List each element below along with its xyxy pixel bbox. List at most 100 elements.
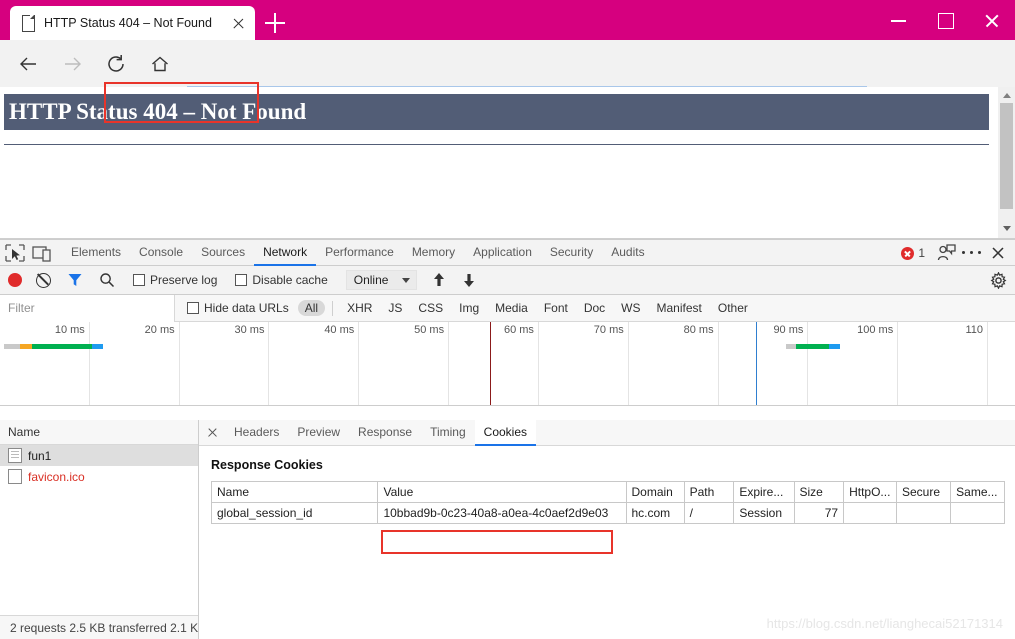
devtools-tab-sources[interactable]: Sources <box>192 240 254 266</box>
type-filter-xhr[interactable]: XHR <box>340 300 379 316</box>
type-filter-all[interactable]: All <box>297 300 326 316</box>
request-detail-pane: Headers Preview Response Timing Cookies … <box>199 419 1015 639</box>
network-overview-timeline[interactable]: 10 ms 20 ms 30 ms 40 ms 50 ms 60 ms 70 ms 80 ms… <box>0 322 1015 406</box>
col-httponly[interactable]: HttpO... <box>843 481 897 503</box>
col-name[interactable]: Name <box>210 481 379 503</box>
back-icon[interactable] <box>12 48 44 80</box>
record-button[interactable] <box>8 273 22 287</box>
inspect-element-icon[interactable] <box>0 240 28 266</box>
scrollbar-thumb[interactable] <box>1000 103 1013 209</box>
col-size[interactable]: Size <box>793 481 845 503</box>
detail-tab-timing[interactable]: Timing <box>421 420 475 446</box>
detail-tab-preview[interactable]: Preview <box>288 420 349 446</box>
page-scrollbar[interactable] <box>998 87 1015 238</box>
detail-tab-cookies[interactable]: Cookies <box>474 419 537 446</box>
timeline-request-bar <box>785 344 840 349</box>
feedback-icon[interactable] <box>933 240 959 266</box>
type-filter-ws[interactable]: WS <box>614 300 647 316</box>
window-minimize-button[interactable] <box>877 0 923 40</box>
devtools-tab-console[interactable]: Console <box>130 240 192 266</box>
request-list-pane: Name fun1 favicon.ico 2 requests 2.5 KB … <box>0 420 199 639</box>
type-filter-divider <box>332 300 334 316</box>
detail-tab-response[interactable]: Response <box>349 420 421 446</box>
browser-tab[interactable]: HTTP Status 404 – Not Found <box>10 6 255 40</box>
scroll-down-icon[interactable] <box>998 220 1015 236</box>
new-tab-button[interactable] <box>262 10 288 36</box>
type-filter-doc[interactable]: Doc <box>577 300 612 316</box>
detail-tab-headers[interactable]: Headers <box>225 420 288 446</box>
type-filter-img[interactable]: Img <box>452 300 486 316</box>
col-value[interactable]: Value <box>377 481 627 503</box>
response-cookies-title: Response Cookies <box>211 458 323 472</box>
export-har-icon[interactable] <box>461 271 477 289</box>
devtools-more-icon[interactable] <box>959 240 985 266</box>
banner-divider <box>4 144 989 145</box>
chevron-down-icon <box>402 277 411 283</box>
devtools-tab-application[interactable]: Application <box>464 240 541 266</box>
timeline-bar-segment <box>785 344 796 349</box>
col-path[interactable]: Path <box>683 481 735 503</box>
search-icon[interactable] <box>99 272 115 288</box>
cookie-size: 77 <box>793 502 845 524</box>
devtools-tab-audits[interactable]: Audits <box>602 240 653 266</box>
request-column-header[interactable]: Name <box>0 420 198 445</box>
devtools-tab-memory[interactable]: Memory <box>403 240 464 266</box>
col-domain[interactable]: Domain <box>625 481 685 503</box>
devtools-tab-bar: Elements Console Sources Network Perform… <box>0 240 1015 266</box>
request-row-favicon[interactable]: favicon.ico <box>0 466 198 487</box>
gear-icon[interactable] <box>990 271 1007 290</box>
col-expires[interactable]: Expire... <box>733 481 795 503</box>
request-name: favicon.ico <box>28 469 85 484</box>
devtools-tab-security[interactable]: Security <box>541 240 602 266</box>
window-maximize-button[interactable] <box>923 0 969 40</box>
type-filter-manifest[interactable]: Manifest <box>650 300 709 316</box>
scroll-up-icon[interactable] <box>998 87 1015 103</box>
window-close-button[interactable] <box>969 0 1015 40</box>
import-har-icon[interactable] <box>431 271 447 289</box>
col-samesite[interactable]: Same... <box>950 481 1005 503</box>
devtools-close-icon[interactable] <box>985 240 1011 266</box>
timeline-bar-segment <box>4 344 20 349</box>
devtools-tab-elements[interactable]: Elements <box>62 240 130 266</box>
resource-type-filters: All XHR JS CSS Img Media Font Doc WS Man… <box>297 300 756 316</box>
type-filter-css[interactable]: CSS <box>411 300 450 316</box>
throttling-select[interactable]: Online <box>345 270 418 290</box>
reload-icon[interactable] <box>100 48 132 80</box>
checkbox-box <box>133 274 145 286</box>
type-filter-font[interactable]: Font <box>537 300 575 316</box>
error-icon <box>901 246 915 260</box>
close-detail-icon[interactable] <box>199 420 225 446</box>
timeline-bar-segment <box>91 344 104 349</box>
error-count-badge[interactable]: 1 <box>901 246 925 260</box>
preserve-log-checkbox[interactable]: Preserve log <box>133 273 217 287</box>
cookie-samesite <box>950 502 1005 524</box>
table-row[interactable]: global_session_id 10bbad9b-0c23-40a8-a0e… <box>210 502 1005 524</box>
filter-icon[interactable] <box>67 272 83 288</box>
clear-button[interactable] <box>36 272 51 288</box>
home-icon[interactable] <box>144 48 176 80</box>
forward-icon[interactable] <box>56 48 88 80</box>
hide-data-urls-checkbox[interactable]: Hide data URLs <box>187 301 289 315</box>
col-secure[interactable]: Secure <box>895 481 952 503</box>
devtools-tab-network[interactable]: Network <box>254 240 317 266</box>
network-split-view: Name fun1 favicon.ico 2 requests 2.5 KB … <box>0 419 1015 639</box>
document-icon <box>8 448 22 463</box>
cookie-value: 10bbad9b-0c23-40a8-a0ea-4c0aef2d9e03 <box>377 502 627 524</box>
close-tab-icon[interactable] <box>227 12 249 34</box>
error-banner: HTTP Status 404 – Not Found <box>4 94 989 130</box>
filter-input[interactable] <box>0 294 175 322</box>
type-filter-media[interactable]: Media <box>488 300 535 316</box>
device-toolbar-icon[interactable] <box>28 240 56 266</box>
detail-tab-bar: Headers Preview Response Timing Cookies <box>199 419 1015 446</box>
title-bar: HTTP Status 404 – Not Found <box>0 0 1015 40</box>
watermark: https://blog.csdn.net/lianghecai52171314 <box>766 616 1003 631</box>
response-cookies-table: Name Value Domain Path Expire... Size Ht… <box>210 481 1005 524</box>
timeline-bar-segment <box>795 344 830 349</box>
type-filter-other[interactable]: Other <box>711 300 755 316</box>
type-filter-js[interactable]: JS <box>381 300 409 316</box>
devtools-tab-performance[interactable]: Performance <box>316 240 403 266</box>
request-row-fun1[interactable]: fun1 <box>0 445 198 466</box>
disable-cache-checkbox[interactable]: Disable cache <box>235 273 328 287</box>
table-header-row: Name Value Domain Path Expire... Size Ht… <box>210 481 1005 503</box>
navigation-bar: 不安全 blog.hc.com/ssd/fun1 <box>0 40 1015 123</box>
